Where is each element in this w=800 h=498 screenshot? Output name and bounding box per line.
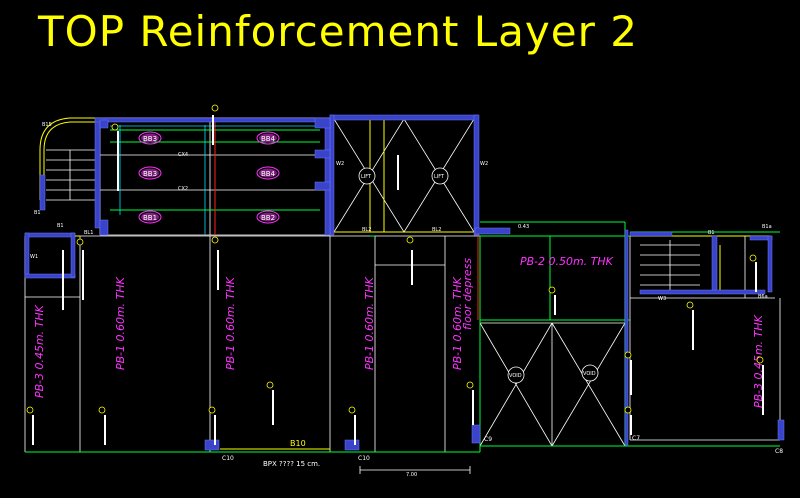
b1a-label: B1a	[762, 224, 772, 230]
lift-2-label: LIFT	[434, 174, 445, 180]
bl1-label: BL1	[84, 230, 93, 236]
slab-labels: PB-3 0.45m. THK PB-1 0.60m. THK PB-1 0.6…	[33, 255, 765, 408]
drawing-title: TOP Reinforcement Layer 2	[37, 7, 638, 56]
bl2-a-label: BL2	[362, 227, 371, 233]
floor-plan-svg: TOP Reinforcement Layer 2 PB-3 0.45m. TH…	[24, 7, 785, 478]
bl2-b-label: BL2	[432, 227, 441, 233]
cad-drawing-canvas: TOP Reinforcement Layer 2 PB-3 0.45m. TH…	[0, 0, 800, 498]
w2-a-label: W2	[336, 161, 344, 167]
b15-label: B15	[42, 122, 52, 128]
bpx-label: BPX ???? 15 cm.	[263, 460, 320, 468]
c8-label: C8	[775, 448, 783, 455]
slab-label-pb1-c: PB-1 0.60m. THK	[363, 276, 376, 370]
void-1-label: VOID	[509, 373, 522, 379]
bb4-marker: BB4	[261, 170, 276, 178]
c9-label: C9	[484, 436, 492, 443]
dimension-700-label: 7.00	[406, 472, 417, 478]
floor-depress-label: floor depress	[461, 258, 474, 330]
bb2-marker: BB2	[261, 214, 275, 222]
dimension-043-label: 0.43	[518, 224, 529, 230]
slab-label-pb2: PB-2 0.50m. THK	[520, 255, 614, 268]
void-2-label: VOID	[583, 371, 596, 377]
c7-label: C7	[632, 435, 640, 442]
c10-b-label: C10	[358, 455, 370, 462]
slab-label-pb3-left: PB-3 0.45m. THK	[33, 304, 46, 398]
bb4-top-marker: BB4	[261, 135, 276, 143]
slab-label-pb1-a: PB-1 0.60m. THK	[114, 276, 127, 370]
w2-b-label: W2	[480, 161, 488, 167]
bb1-marker: BB1	[143, 214, 157, 222]
bb3-marker: BB3	[143, 170, 157, 178]
c10-a-label: C10	[222, 455, 234, 462]
b1-c-label: B1	[708, 230, 715, 236]
lift-1-label: LIFT	[361, 174, 372, 180]
cx2-label: CX2	[178, 186, 188, 192]
slab-label-pb1-b: PB-1 0.60m. THK	[224, 276, 237, 370]
b1-b-label: B1	[57, 223, 64, 229]
b1-a-label: B1	[34, 210, 41, 216]
cx4-label: CX4	[178, 152, 188, 158]
w1-label: W1	[30, 254, 38, 260]
w3-label: W3	[658, 296, 666, 302]
bb3-top-marker: BB3	[143, 135, 157, 143]
rebar-annotations	[32, 115, 764, 445]
b6a-label: B6a	[758, 294, 768, 300]
node-markers	[26, 104, 764, 414]
bb-markers: BB3 BB4 BB3 BB4 BB1 BB2	[138, 131, 280, 224]
b10-label: B10	[290, 439, 306, 448]
yellow-lines	[30, 117, 770, 450]
